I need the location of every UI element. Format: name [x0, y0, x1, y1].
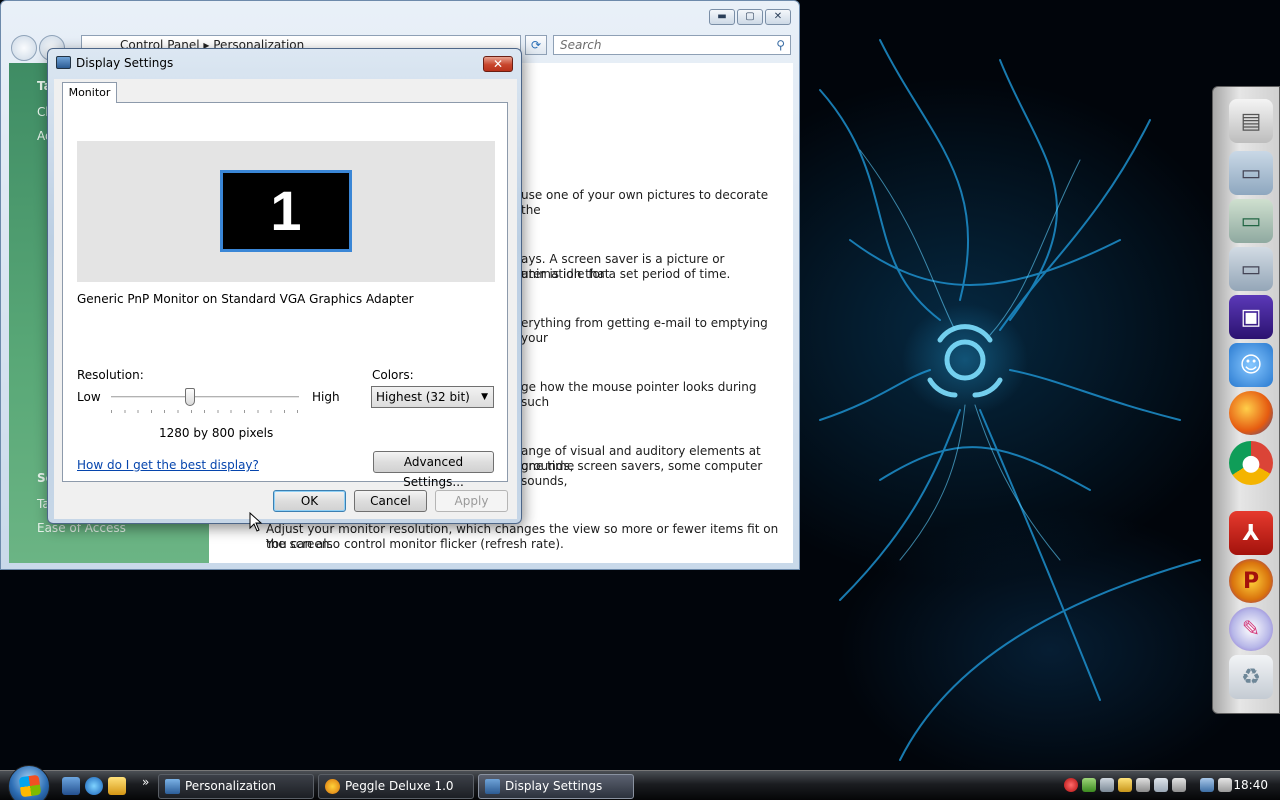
display-icon [56, 56, 71, 69]
peggle-icon [325, 779, 340, 794]
desc-desktop-background: use one of your own pictures to decorate… [521, 188, 769, 217]
colors-select[interactable]: Highest (32 bit) ▼ [371, 386, 494, 408]
close-button[interactable]: ✕ [765, 9, 791, 25]
network-icon[interactable] [1200, 778, 1214, 792]
slider-thumb[interactable] [184, 388, 195, 406]
desc-display-settings-2: You can also control monitor flicker (re… [266, 537, 564, 551]
tab-monitor[interactable]: Monitor [62, 82, 117, 103]
recycle-bin-icon[interactable]: ♻ [1229, 655, 1273, 699]
taskbar-item-personalization[interactable]: Personalization [158, 774, 314, 799]
control-panel-icon [165, 779, 180, 794]
chrome-icon[interactable]: ● [1229, 441, 1273, 485]
advanced-settings-button[interactable]: Advanced Settings... [373, 451, 494, 489]
system-tray: 18:40 [1058, 771, 1280, 800]
monitor-number: 1 [270, 179, 302, 242]
monitor-preview[interactable]: 1 [220, 170, 352, 252]
taskbar-item-peggle[interactable]: Peggle Deluxe 1.0 [318, 774, 474, 799]
slider-ticks [111, 410, 299, 413]
search-placeholder: Search [560, 38, 602, 52]
resolution-high-label: High [312, 390, 340, 404]
show-desktop-icon[interactable] [62, 777, 80, 795]
display-settings-dialog: Display Settings ✕ Monitor 1 Generic PnP… [47, 48, 522, 524]
security-alert-icon[interactable] [1064, 778, 1078, 792]
ok-button[interactable]: OK [273, 490, 346, 512]
windows-logo-icon [18, 774, 42, 798]
acrobat-icon[interactable]: ⅄ [1229, 511, 1273, 555]
taskbar: » Personalization Peggle Deluxe 1.0 Disp… [0, 765, 1280, 800]
search-icon[interactable]: ⚲ [776, 36, 785, 54]
apply-button[interactable]: Apply [435, 490, 508, 512]
tray-icon[interactable] [1118, 778, 1132, 792]
tray-icon[interactable] [1082, 778, 1096, 792]
firefox-icon[interactable] [1229, 391, 1273, 435]
taskbar-item-display-settings[interactable]: Display Settings [478, 774, 634, 799]
resolution-label: Resolution: [77, 368, 144, 382]
tray-icon[interactable] [1172, 778, 1186, 792]
document-icon[interactable]: ▤ [1229, 99, 1273, 143]
monitor-panel: 1 Generic PnP Monitor on Standard VGA Gr… [62, 102, 508, 489]
internet-explorer-icon[interactable] [85, 777, 103, 795]
display-icon [485, 779, 500, 794]
slider-track [111, 396, 299, 399]
minimize-button[interactable]: ▬ [709, 9, 735, 25]
back-button[interactable] [11, 35, 37, 61]
refresh-icon[interactable]: ⟳ [525, 35, 547, 55]
folder-icon[interactable]: ▭ [1229, 151, 1273, 195]
dialog-body: Monitor 1 Generic PnP Monitor on Standar… [54, 79, 517, 519]
resolution-low-label: Low [77, 390, 101, 404]
window-controls: ▬ ▢ ✕ [709, 9, 791, 25]
task-label: Peggle Deluxe 1.0 [345, 779, 454, 793]
desc-screen-saver-2: uter is idle for a set period of time. [521, 267, 731, 281]
start-button[interactable] [8, 765, 50, 800]
search-input[interactable]: Search ⚲ [553, 35, 791, 55]
mouse-cursor-icon [249, 512, 263, 532]
cpu-icon[interactable]: ▣ [1229, 295, 1273, 339]
cancel-button[interactable]: Cancel [354, 490, 427, 512]
help-link[interactable]: How do I get the best display? [77, 458, 259, 472]
dock: ▤ ▭ ▭ ▭ ▣ ☺ ● ⅄ P ✎ ♻ [1212, 86, 1280, 714]
peggle-icon[interactable]: P [1229, 559, 1273, 603]
task-label: Display Settings [505, 779, 603, 793]
resolution-value: 1280 by 800 pixels [159, 426, 274, 440]
folder-icon[interactable]: ▭ [1229, 247, 1273, 291]
colors-label: Colors: [372, 368, 414, 382]
adapter-description: Generic PnP Monitor on Standard VGA Grap… [77, 292, 414, 306]
monitor-preview-area: 1 [77, 141, 495, 282]
paint-icon[interactable]: ✎ [1229, 607, 1273, 651]
resolution-slider[interactable] [111, 387, 299, 413]
colors-selected-value: Highest (32 bit) [376, 390, 470, 404]
desc-theme-2: grounds, screen savers, some computer so… [521, 459, 763, 488]
quick-launch-overflow[interactable]: » [142, 775, 149, 789]
dialog-title: Display Settings [76, 56, 174, 70]
tray-icon[interactable] [1100, 778, 1114, 792]
tray-icon[interactable] [1136, 778, 1150, 792]
monitor-tray-icon[interactable] [1154, 778, 1168, 792]
messenger-icon[interactable]: ☺ [1229, 343, 1273, 387]
volume-icon[interactable] [1218, 778, 1232, 792]
close-button[interactable]: ✕ [483, 56, 513, 72]
maximize-button[interactable]: ▢ [737, 9, 763, 25]
desc-mouse-pointers: ge how the mouse pointer looks during su… [521, 380, 757, 409]
folder-icon[interactable]: ▭ [1229, 199, 1273, 243]
media-player-icon[interactable] [108, 777, 126, 795]
chevron-down-icon: ▼ [481, 392, 488, 402]
desc-sounds: erything from getting e-mail to emptying… [521, 316, 768, 345]
clock: 18:40 [1233, 778, 1268, 792]
task-label: Personalization [185, 779, 276, 793]
